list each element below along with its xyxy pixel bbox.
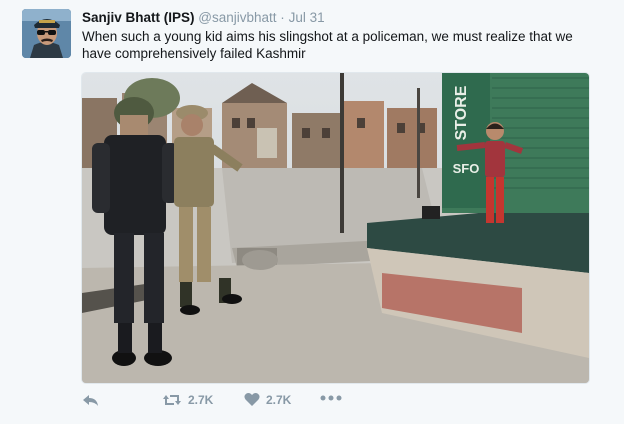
shop-sign-top: STORE bbox=[453, 85, 470, 140]
tweet-timestamp[interactable]: Jul 31 bbox=[289, 10, 325, 25]
reply-icon bbox=[83, 395, 98, 406]
tweet-card: Sanjiv Bhatt (IPS) @sanjivbhatt · Jul 31… bbox=[0, 0, 624, 424]
author-handle[interactable]: @sanjivbhatt bbox=[198, 10, 276, 25]
tweet-header: Sanjiv Bhatt (IPS) @sanjivbhatt · Jul 31 bbox=[82, 10, 325, 25]
more-icon bbox=[320, 395, 342, 401]
retweet-icon bbox=[163, 395, 181, 405]
tweet-text: When such a young kid aims his slingshot… bbox=[82, 29, 573, 61]
retweet-button[interactable]: 2.7K bbox=[162, 392, 213, 408]
tweet-photo[interactable]: STORE SFO bbox=[81, 72, 590, 384]
shop-sign-bottom: SFO bbox=[453, 161, 480, 176]
like-count: 2.7K bbox=[266, 392, 292, 407]
like-button[interactable]: 2.7K bbox=[244, 392, 291, 407]
photo-scene: STORE SFO bbox=[82, 73, 589, 383]
more-button[interactable] bbox=[320, 394, 342, 402]
author-name[interactable]: Sanjiv Bhatt (IPS) bbox=[82, 10, 195, 25]
reply-button[interactable] bbox=[82, 392, 100, 408]
retweet-count: 2.7K bbox=[188, 393, 214, 407]
separator-dot: · bbox=[280, 10, 285, 25]
avatar[interactable] bbox=[22, 9, 71, 58]
heart-icon bbox=[244, 393, 260, 406]
tweet-actions: 2.7K 2.7K bbox=[82, 392, 382, 412]
